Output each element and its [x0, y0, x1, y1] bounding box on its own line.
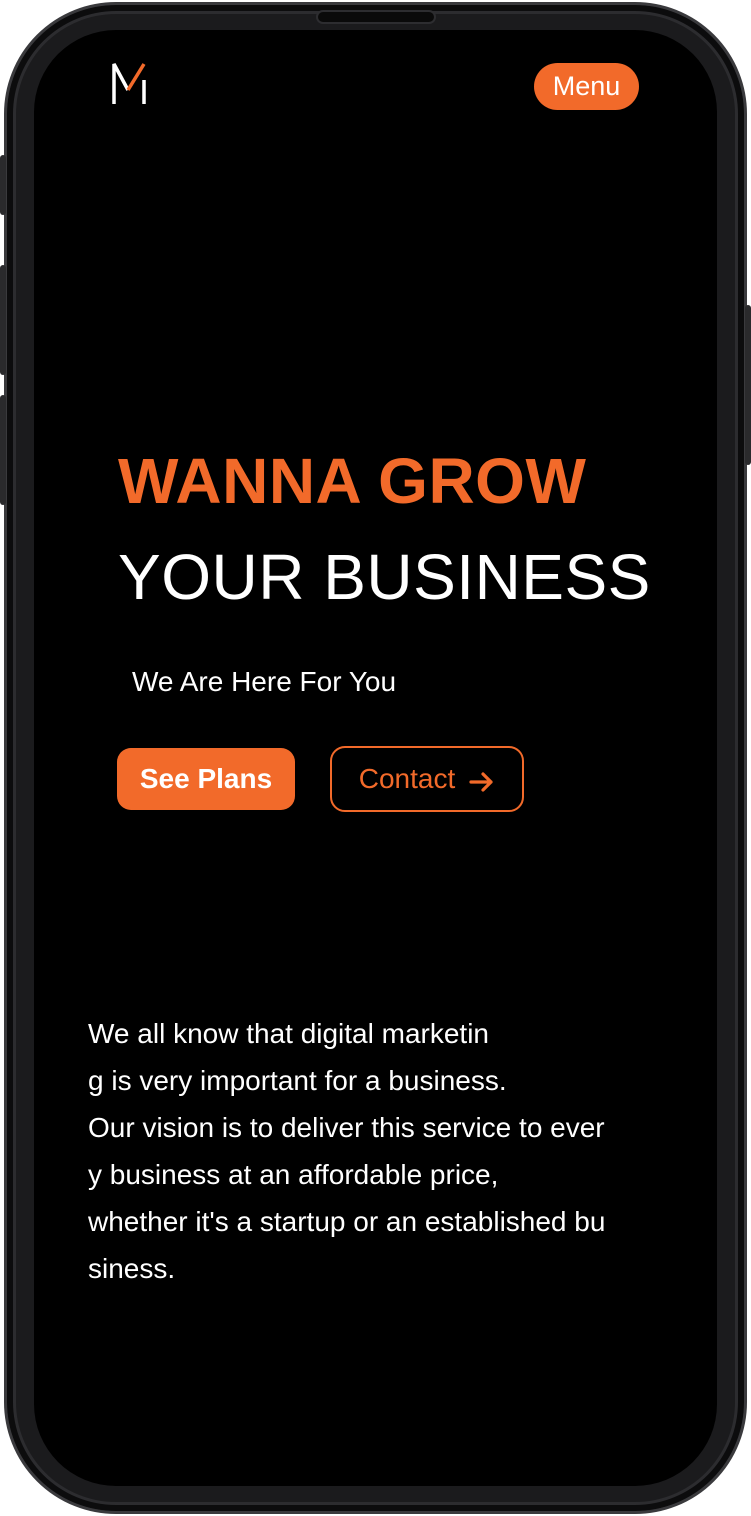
volume-down-button — [0, 395, 6, 505]
paragraph-line: We all know that digital marketin — [88, 1018, 489, 1049]
contact-button[interactable]: Contact — [330, 746, 524, 812]
see-plans-button[interactable]: See Plans — [117, 748, 295, 810]
contact-label: Contact — [358, 763, 456, 794]
see-plans-label: See Plans — [139, 763, 273, 794]
hero-headline: YOUR BUSINESS — [118, 541, 651, 613]
phone-screen: Menu WANNA GROW YOUR BUSINESS We Are Her… — [34, 30, 717, 1486]
paragraph-line: g is very important for a business. — [88, 1065, 507, 1096]
menu-button[interactable]: Menu — [534, 63, 639, 110]
paragraph-line: y business at an affordable price, — [88, 1159, 499, 1190]
mute-switch — [0, 155, 6, 215]
paragraph-line: siness. — [88, 1253, 176, 1284]
hero-headline-accent: WANNA GROW — [118, 445, 587, 517]
paragraph-line: whether it's a startup or an established… — [88, 1206, 606, 1237]
earpiece-speaker — [316, 10, 436, 24]
hero-subheadline: We Are Here For You — [132, 666, 397, 697]
arrow-right-icon — [469, 768, 495, 792]
vision-paragraph: We all know that digital marketin g is v… — [88, 1010, 678, 1292]
paragraph-line: Our vision is to deliver this service to… — [88, 1112, 605, 1143]
volume-up-button — [0, 265, 6, 375]
power-button — [745, 305, 751, 465]
m-monogram-logo-icon[interactable] — [110, 60, 150, 106]
